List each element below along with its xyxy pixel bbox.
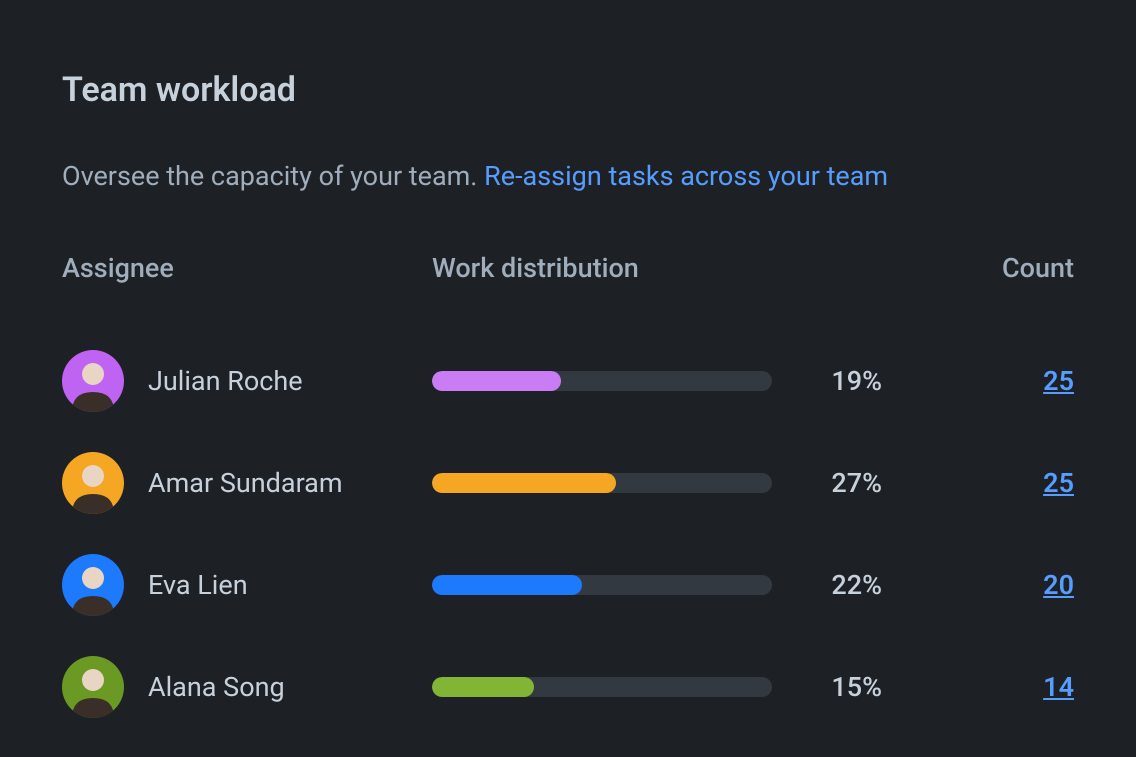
assignee-name: Julian Roche [148, 365, 303, 397]
reassign-link[interactable]: Re-assign tasks across your team [484, 160, 888, 192]
avatar-icon [62, 350, 124, 412]
col-header-distribution: Work distribution [432, 252, 954, 284]
assignee-name: Amar Sundaram [148, 467, 343, 499]
avatar [62, 656, 124, 718]
progress-fill [432, 473, 616, 493]
page-title: Team workload [62, 70, 1074, 110]
progress-fill [432, 677, 534, 697]
avatar [62, 554, 124, 616]
progress-fill [432, 371, 561, 391]
col-header-count: Count [954, 252, 1074, 284]
distribution-percent: 19% [812, 365, 882, 397]
distribution-percent: 15% [812, 671, 882, 703]
distribution-percent: 22% [812, 569, 882, 601]
distribution-cell: 22% [432, 569, 954, 601]
avatar-icon [62, 452, 124, 514]
progress-bar [432, 371, 772, 391]
page-subtitle: Oversee the capacity of your team. Re-as… [62, 160, 1074, 192]
progress-bar [432, 575, 772, 595]
distribution-cell: 19% [432, 365, 954, 397]
team-workload-panel: Team workload Oversee the capacity of yo… [0, 0, 1136, 757]
assignee-cell: Julian Roche [62, 350, 432, 412]
assignee-name: Alana Song [148, 671, 285, 703]
distribution-cell: 15% [432, 671, 954, 703]
progress-fill [432, 575, 582, 595]
avatar-icon [62, 554, 124, 616]
progress-bar [432, 677, 772, 697]
assignee-cell: Amar Sundaram [62, 452, 432, 514]
workload-table: Assignee Work distribution Count Julian … [62, 252, 1074, 738]
subtitle-text: Oversee the capacity of your team. [62, 160, 484, 192]
table-header-row: Assignee Work distribution Count [62, 252, 1074, 284]
count-link[interactable]: 14 [954, 671, 1074, 703]
progress-bar [432, 473, 772, 493]
avatar [62, 350, 124, 412]
table-row: Amar Sundaram 27% 25 [62, 432, 1074, 534]
avatar [62, 452, 124, 514]
table-row: Alana Song 15% 14 [62, 636, 1074, 738]
count-link[interactable]: 20 [954, 569, 1074, 601]
table-row: Julian Roche 19% 25 [62, 330, 1074, 432]
assignee-cell: Eva Lien [62, 554, 432, 616]
distribution-percent: 27% [812, 467, 882, 499]
table-body: Julian Roche 19% 25 Amar Sundaram 27% 25 [62, 330, 1074, 738]
count-link[interactable]: 25 [954, 365, 1074, 397]
distribution-cell: 27% [432, 467, 954, 499]
count-link[interactable]: 25 [954, 467, 1074, 499]
table-row: Eva Lien 22% 20 [62, 534, 1074, 636]
assignee-name: Eva Lien [148, 569, 248, 601]
avatar-icon [62, 656, 124, 718]
col-header-assignee: Assignee [62, 252, 432, 284]
assignee-cell: Alana Song [62, 656, 432, 718]
